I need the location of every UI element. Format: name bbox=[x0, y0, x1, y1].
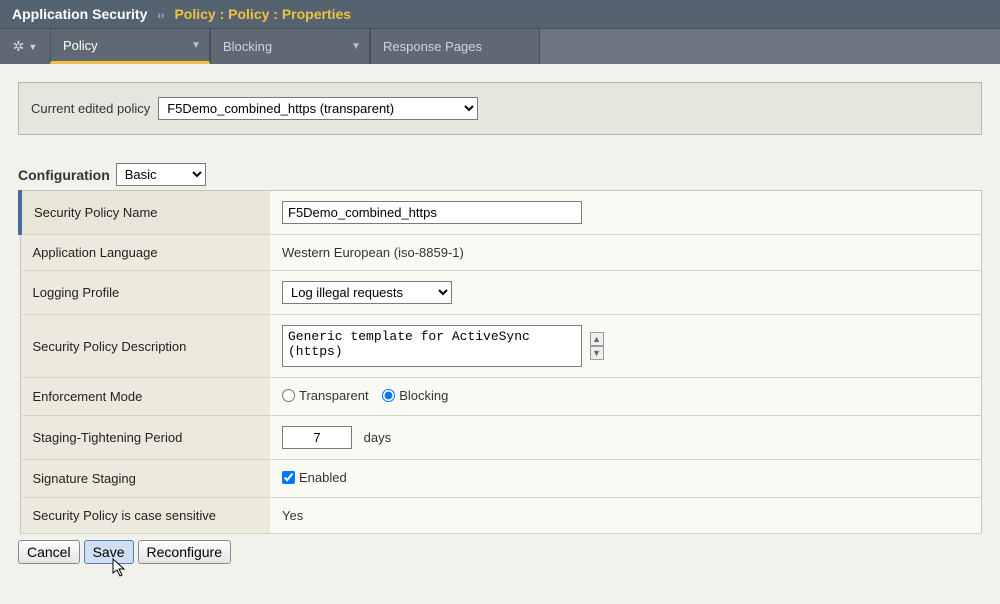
field-label-description: Security Policy Description bbox=[20, 315, 270, 378]
reconfigure-button[interactable]: Reconfigure bbox=[138, 540, 232, 564]
settings-gear-button[interactable]: ✲ ▼ bbox=[0, 29, 50, 64]
field-label-app-language: Application Language bbox=[20, 235, 270, 271]
breadcrumb: Application Security ›› Policy : Policy … bbox=[0, 0, 1000, 28]
enforcement-blocking-radio[interactable] bbox=[382, 389, 395, 402]
save-button[interactable]: Save bbox=[84, 540, 134, 564]
properties-table: Security Policy Name Application Languag… bbox=[18, 190, 982, 534]
radio-label-transparent: Transparent bbox=[299, 388, 369, 403]
enforcement-transparent-radio[interactable] bbox=[282, 389, 295, 402]
current-policy-panel: Current edited policy F5Demo_combined_ht… bbox=[18, 82, 982, 135]
tab-label: Policy bbox=[63, 38, 98, 53]
staging-suffix: days bbox=[364, 430, 391, 445]
scroll-up-icon[interactable]: ▲ bbox=[590, 332, 604, 346]
cancel-button[interactable]: Cancel bbox=[18, 540, 80, 564]
tab-policy[interactable]: Policy ▼ bbox=[50, 29, 210, 64]
field-label-signature-staging: Signature Staging bbox=[20, 460, 270, 498]
configuration-mode-select[interactable]: Basic bbox=[116, 163, 206, 186]
security-policy-description-textarea[interactable]: Generic template for ActiveSync (https) bbox=[282, 325, 582, 367]
logging-profile-select[interactable]: Log illegal requests bbox=[282, 281, 452, 304]
tab-response-pages[interactable]: Response Pages bbox=[370, 29, 540, 64]
tab-bar: ✲ ▼ Policy ▼ Blocking ▼ Response Pages bbox=[0, 28, 1000, 64]
field-label-policy-name: Security Policy Name bbox=[20, 191, 270, 235]
configuration-label: Configuration bbox=[18, 167, 110, 183]
textarea-scroll[interactable]: ▲▼ bbox=[590, 332, 604, 360]
chevron-down-icon: ▼ bbox=[351, 41, 361, 52]
tab-blocking[interactable]: Blocking ▼ bbox=[210, 29, 370, 64]
chevron-down-icon: ▼ bbox=[191, 40, 201, 51]
current-policy-label: Current edited policy bbox=[31, 101, 150, 116]
configuration-row: Configuration Basic bbox=[18, 163, 982, 186]
field-label-staging: Staging-Tightening Period bbox=[20, 416, 270, 460]
security-policy-name-input[interactable] bbox=[282, 201, 582, 224]
button-row: Cancel Save Reconfigure bbox=[18, 540, 982, 564]
breadcrumb-separator-icon: ›› bbox=[157, 10, 164, 22]
tab-label: Blocking bbox=[223, 39, 272, 54]
current-policy-select[interactable]: F5Demo_combined_https (transparent) bbox=[158, 97, 478, 120]
chevron-down-icon: ▼ bbox=[28, 42, 37, 52]
staging-period-input[interactable] bbox=[282, 426, 352, 449]
tab-label: Response Pages bbox=[383, 39, 482, 54]
field-label-case-sensitive: Security Policy is case sensitive bbox=[20, 498, 270, 534]
field-value-app-language: Western European (iso-8859-1) bbox=[270, 235, 982, 271]
breadcrumb-root: Application Security bbox=[12, 6, 147, 22]
checkbox-label-enabled: Enabled bbox=[299, 470, 347, 485]
gear-icon: ✲ bbox=[13, 38, 25, 55]
field-label-enforcement: Enforcement Mode bbox=[20, 378, 270, 416]
breadcrumb-path: Policy : Policy : Properties bbox=[174, 6, 351, 22]
scroll-down-icon[interactable]: ▼ bbox=[590, 346, 604, 360]
signature-staging-checkbox[interactable] bbox=[282, 471, 295, 484]
field-value-case-sensitive: Yes bbox=[270, 498, 982, 534]
field-label-logging-profile: Logging Profile bbox=[20, 271, 270, 315]
radio-label-blocking: Blocking bbox=[399, 388, 448, 403]
